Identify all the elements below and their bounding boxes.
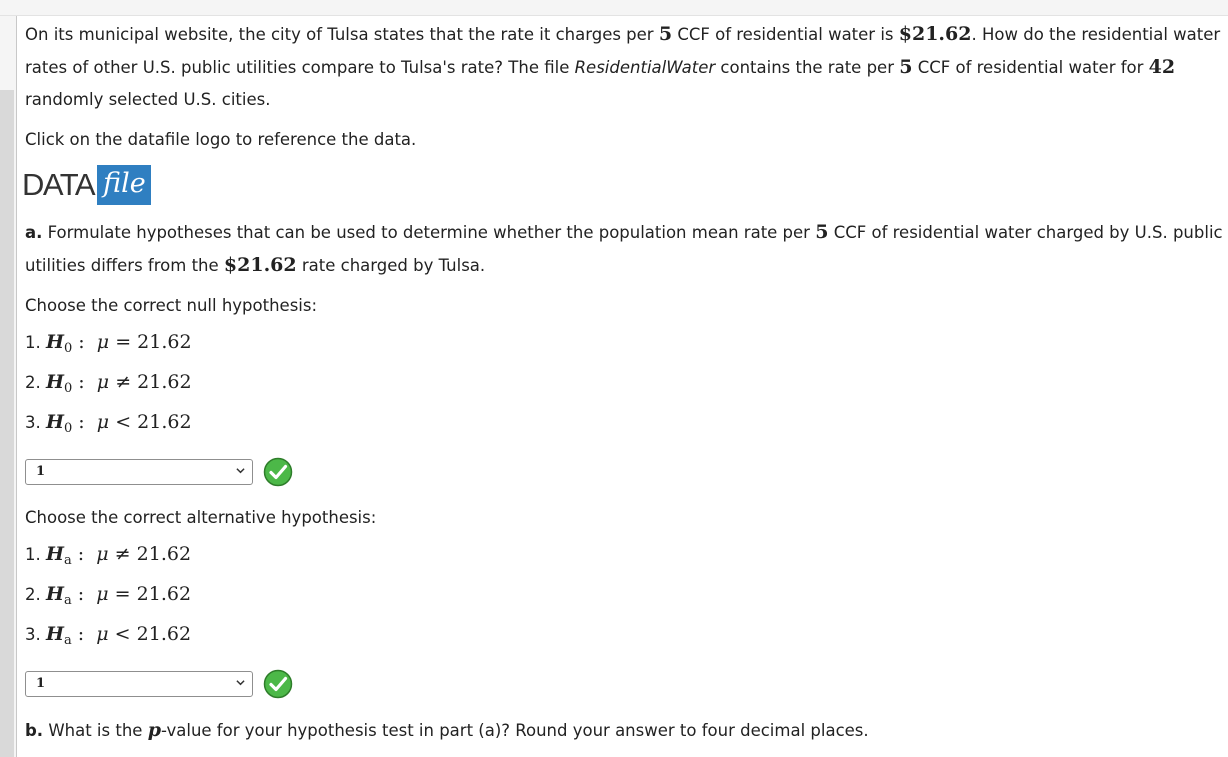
operator: =: [115, 331, 132, 353]
part-b-text-1: What is the: [43, 721, 148, 740]
operator: <: [115, 411, 132, 433]
intro-sample-size: 42: [1148, 56, 1176, 78]
hypothesis-subscript: 0: [63, 421, 73, 436]
alt-answer-row: 1: [25, 654, 1225, 714]
null-select-value: 1: [36, 464, 46, 479]
operator: ≠: [115, 371, 132, 393]
colon: :: [78, 411, 85, 433]
mu-symbol: μ: [96, 331, 110, 353]
question-content: On its municipal website, the city of Tu…: [22, 18, 1225, 747]
intro-price: $21.62: [898, 23, 972, 45]
option-number: 1.: [25, 545, 41, 564]
alternative-hypothesis-prompt: Choose the correct alternative hypothesi…: [25, 508, 377, 527]
alternative-hypothesis-select[interactable]: 1: [25, 671, 253, 697]
intro-paragraph: On its municipal website, the city of Tu…: [25, 18, 1225, 116]
part-b-label: b.: [25, 721, 44, 740]
intro-text-5: CCF of residential water for: [912, 58, 1149, 77]
datafile-logo-data-text: DATA: [22, 167, 96, 202]
operator: ≠: [114, 543, 131, 565]
hypothesis-subscript: 0: [63, 381, 73, 396]
part-a-text-1: Formulate hypotheses that can be used to…: [42, 223, 816, 242]
part-a-price: $21.62: [223, 254, 297, 276]
part-a-label: a.: [25, 223, 43, 242]
operator: <: [114, 623, 131, 645]
click-instruction: Click on the datafile logo to reference …: [25, 130, 417, 149]
colon: :: [77, 583, 85, 605]
colon: :: [78, 331, 85, 353]
null-option-3: 3. H0 : μ < 21.62: [25, 402, 1225, 442]
hypothesis-symbol: H: [46, 543, 64, 565]
alternative-hypothesis-options: 1. Ha : μ ≠ 21.62 2. Ha : μ = 21.62 3. H…: [25, 534, 1225, 654]
hypothesis-subscript: a: [63, 633, 72, 648]
colon: :: [77, 543, 85, 565]
null-option-1: 1. H0 : μ = 21.62: [25, 322, 1225, 362]
mu-symbol: μ: [96, 411, 110, 433]
part-a-ccf-number: 5: [815, 221, 829, 243]
alt-select-value: 1: [36, 676, 46, 691]
intro-ccf-number: 5: [658, 23, 673, 45]
chevron-down-icon: [236, 468, 245, 474]
hypothesis-value: 21.62: [137, 371, 192, 393]
correct-check-icon: [263, 457, 293, 487]
mu-symbol: μ: [96, 543, 109, 565]
datafile-logo-file-text: file: [97, 165, 151, 205]
intro-text-4: contains the rate per: [715, 58, 900, 77]
hypothesis-symbol: H: [46, 411, 64, 433]
hypothesis-symbol: H: [46, 331, 64, 353]
option-number: 2.: [25, 373, 41, 392]
option-number: 1.: [25, 333, 41, 352]
hypothesis-subscript: 0: [63, 341, 73, 356]
null-answer-row: 1: [25, 442, 1225, 502]
hypothesis-value: 21.62: [137, 411, 192, 433]
part-a-text-3: rate charged by Tulsa.: [296, 256, 486, 275]
operator: =: [114, 583, 131, 605]
left-scroll-thumb[interactable]: [0, 90, 14, 757]
part-b-question: b. What is the p-value for your hypothes…: [25, 714, 1225, 747]
intro-ccf-number-2: 5: [899, 56, 913, 78]
null-hypothesis-select[interactable]: 1: [25, 459, 253, 485]
option-number: 3.: [25, 413, 41, 432]
hypothesis-value: 21.62: [137, 331, 192, 353]
file-name: ResidentialWater: [574, 58, 716, 77]
left-scroll-track[interactable]: [0, 16, 16, 757]
correct-check-icon: [263, 669, 293, 699]
hypothesis-subscript: a: [63, 593, 72, 608]
hypothesis-value: 21.62: [136, 583, 192, 605]
mu-symbol: μ: [96, 371, 110, 393]
hypothesis-subscript: a: [63, 553, 72, 568]
content-border: [16, 16, 17, 757]
chevron-down-icon: [236, 680, 245, 686]
colon: :: [77, 623, 85, 645]
null-hypothesis-prompt: Choose the correct null hypothesis:: [25, 296, 318, 315]
part-a-question: a. Formulate hypotheses that can be used…: [25, 216, 1225, 282]
alt-option-3: 3. Ha : μ < 21.62: [25, 614, 1225, 654]
hypothesis-symbol: H: [46, 371, 64, 393]
top-bar: [0, 0, 1228, 16]
intro-text-6: randomly selected U.S. cities.: [25, 90, 271, 109]
mu-symbol: μ: [96, 583, 109, 605]
mu-symbol: μ: [96, 623, 109, 645]
datafile-logo[interactable]: DATA file: [22, 162, 1225, 208]
hypothesis-value: 21.62: [136, 543, 192, 565]
intro-text-2: CCF of residential water is: [672, 25, 899, 44]
alt-option-1: 1. Ha : μ ≠ 21.62: [25, 534, 1225, 574]
part-b-text-2: -value for your hypothesis test in part …: [160, 721, 869, 740]
intro-text-1: On its municipal website, the city of Tu…: [25, 25, 659, 44]
colon: :: [78, 371, 85, 393]
null-hypothesis-options: 1. H0 : μ = 21.62 2. H0 : μ ≠ 21.62 3. H…: [25, 322, 1225, 442]
hypothesis-symbol: H: [46, 623, 64, 645]
hypothesis-symbol: H: [46, 583, 64, 605]
hypothesis-value: 21.62: [136, 623, 192, 645]
alt-option-2: 2. Ha : μ = 21.62: [25, 574, 1225, 614]
option-number: 3.: [25, 625, 41, 644]
option-number: 2.: [25, 585, 41, 604]
p-symbol: p: [147, 719, 161, 741]
null-option-2: 2. H0 : μ ≠ 21.62: [25, 362, 1225, 402]
